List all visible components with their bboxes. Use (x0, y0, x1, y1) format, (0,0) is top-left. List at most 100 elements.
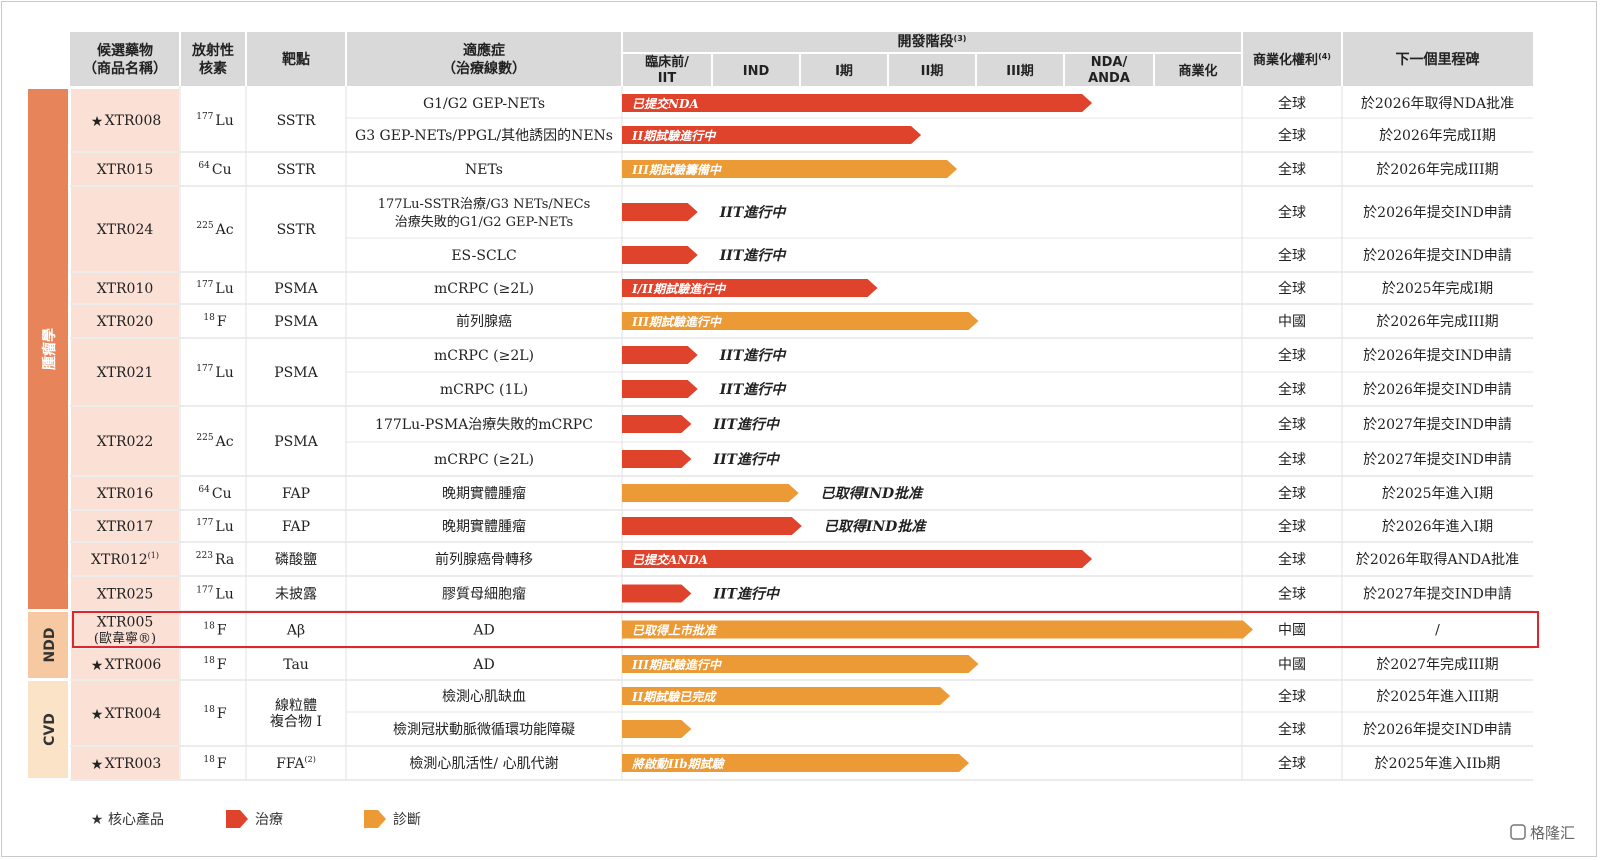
candidate-name: XTR005 (97, 615, 154, 631)
progress-bar-diagnosis (622, 620, 1253, 639)
target: FAP (282, 486, 310, 502)
candidate-name: XTR010 (97, 281, 154, 297)
isotope-element: Ac (215, 434, 234, 450)
isotope-element: Cu (212, 162, 232, 178)
category-label-oncology: 腫瘤學 (41, 328, 58, 370)
progress-bar-label: III期試驗進行中 (631, 315, 723, 329)
commercial-rights: 全球 (1278, 721, 1306, 738)
progress-bar-therapy (622, 517, 802, 535)
progress-bar-diagnosis (622, 720, 692, 738)
candidate-name: XTR021 (97, 365, 154, 381)
header-stage-0-b: IIT (658, 71, 677, 86)
progress-bar-label: II期試驗進行中 (631, 129, 717, 143)
progress-status: IIT進行中 (719, 347, 788, 364)
header-indication: 適應症 (463, 42, 505, 59)
progress-bar-therapy (622, 584, 692, 603)
next-milestone: 於2027年提交IND申請 (1363, 586, 1512, 603)
header-stage-5-b: ANDA (1088, 71, 1130, 86)
next-milestone: 於2025年完成I期 (1382, 281, 1493, 297)
isotope-element: Lu (215, 587, 233, 603)
isotope: 223 Ra (196, 551, 234, 568)
isotope-mass: 223 (196, 551, 213, 561)
isotope-mass: 177 (196, 586, 213, 596)
progress-status: 已取得IND批准 (824, 518, 927, 535)
indication: mCRPC (1L) (440, 382, 528, 398)
commercial-rights: 全球 (1278, 518, 1306, 535)
isotope-mass: 225 (196, 221, 213, 231)
progress-status: IIT進行中 (712, 416, 781, 433)
pipeline-chart: 候選藥物（商品名稱）放射性核素靶點適應症（治療線數）開發階段(3)商業化權利(4… (28, 32, 1575, 842)
commercial-rights: 中國 (1278, 623, 1306, 639)
isotope: 177 Lu (196, 280, 234, 297)
core-product-star-icon: ★ (91, 658, 104, 674)
isotope: 177 Lu (196, 518, 234, 535)
progress-status: IIT進行中 (719, 381, 788, 398)
legend-core-label: 核心產品 (108, 811, 164, 828)
core-product-star-icon: ★ (91, 757, 104, 773)
header-stage-6: 商業化 (1178, 63, 1217, 79)
target: SSTR (277, 162, 316, 178)
indication: mCRPC (≥2L) (434, 281, 534, 297)
progress-bar-label: II期試驗已完成 (631, 690, 717, 704)
commercial-rights: 全球 (1278, 347, 1306, 364)
isotope: 64 Cu (198, 485, 231, 502)
commercial-rights: 中國 (1278, 657, 1306, 673)
target: FFA(2) (276, 755, 316, 772)
candidate-name: XTR015 (97, 162, 154, 178)
isotope: 18 F (203, 755, 226, 772)
indication: 前列腺癌 (456, 313, 512, 330)
isotope-element: F (217, 314, 227, 330)
indication: 晚期實體腫瘤 (442, 518, 526, 535)
header-stage-3: II期 (921, 64, 944, 79)
core-product-star-icon: ★ (91, 114, 104, 130)
indication: 檢測心肌活性/ 心肌代謝 (409, 755, 558, 772)
indication: G3 GEP-NETs/PPGL/其他誘因的NENs (355, 128, 613, 144)
isotope: 177 Lu (196, 112, 234, 129)
legend-therapy-label: 治療 (255, 811, 283, 828)
isotope: 18 F (203, 313, 226, 330)
commercial-rights: 全球 (1278, 451, 1306, 468)
next-milestone: 於2026年進入I期 (1382, 519, 1493, 535)
isotope: 225 Ac (196, 221, 233, 238)
header-isotope-sub: 核素 (199, 60, 227, 77)
progress-bar-label: I/II期試驗進行中 (631, 282, 727, 296)
commercial-rights: 全球 (1278, 586, 1306, 603)
isotope-element: Ra (215, 552, 234, 568)
commercial-rights: 全球 (1278, 485, 1306, 502)
header-stage-4: III期 (1006, 64, 1034, 79)
progress-bar-therapy (622, 246, 698, 264)
indication: AD (472, 657, 494, 673)
next-milestone: 於2026年完成III期 (1376, 162, 1498, 178)
next-milestone: 於2025年進入I期 (1382, 486, 1493, 502)
isotope-mass: 177 (196, 112, 213, 122)
commercial-rights: 全球 (1278, 95, 1306, 112)
target: PSMA (274, 365, 318, 381)
target: 線粒體 (275, 698, 317, 714)
next-milestone: 於2026年完成II期 (1379, 128, 1496, 144)
isotope: 64 Cu (198, 161, 231, 178)
candidate-name: XTR003 (105, 756, 162, 772)
header-stage-5: NDA/ (1091, 55, 1128, 70)
isotope-element: Lu (215, 519, 233, 535)
isotope-mass: 64 (198, 161, 210, 171)
isotope-mass: 177 (196, 518, 213, 528)
progress-bar-label: 已提交NDA (632, 97, 699, 111)
isotope-mass: 225 (196, 433, 213, 443)
header-candidate: 候選藥物 (97, 42, 153, 59)
isotope-element: F (217, 756, 227, 772)
isotope: 18 F (203, 705, 226, 722)
indication: NETs (465, 162, 503, 178)
legend-diagnosis-label: 診斷 (393, 812, 421, 828)
commercial-rights: 全球 (1278, 755, 1306, 772)
isotope-mass: 18 (203, 313, 215, 323)
commercial-rights: 全球 (1278, 688, 1306, 705)
progress-bar-label: 將啟動IIb期試驗 (631, 757, 726, 771)
core-product-star-icon: ★ (91, 707, 104, 723)
progress-status: IIT進行中 (712, 586, 781, 603)
target: 磷酸鹽 (275, 552, 317, 568)
legend-diagnosis-swatch (364, 810, 386, 828)
candidate-name: XTR022 (97, 434, 154, 450)
progress-status: IIT進行中 (719, 204, 788, 221)
candidate-name: XTR008 (105, 113, 162, 129)
category-label-cvd: CVD (42, 713, 58, 746)
